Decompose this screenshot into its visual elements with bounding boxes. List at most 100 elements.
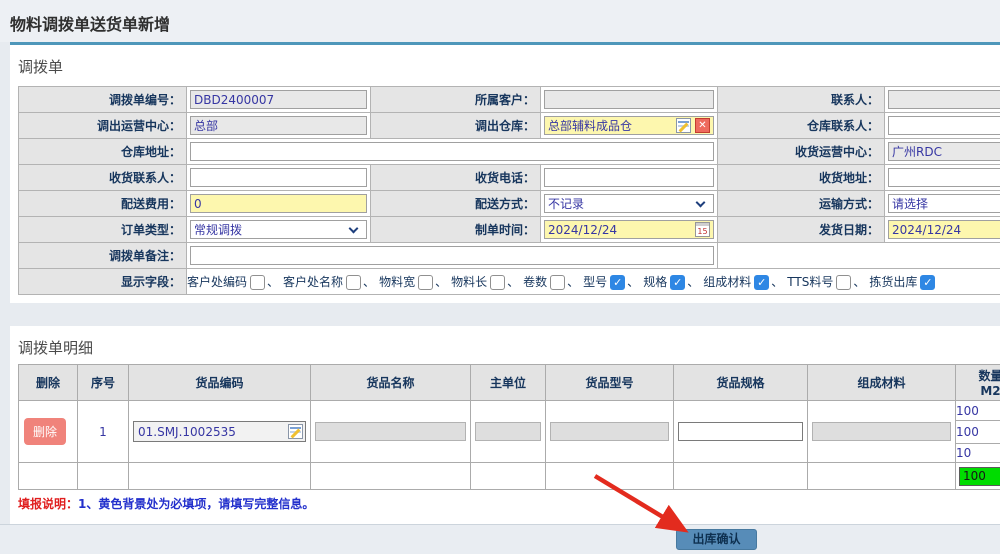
display-field-checkbox[interactable]: ✓	[754, 275, 769, 290]
label-delivery-fee: 配送费用：	[19, 191, 187, 217]
delivery-fee-field[interactable]: 0	[190, 194, 367, 213]
display-fields-list: 客户处编码、客户处名称、物料宽、物料长、卷数、型号✓、规格✓、组成材料✓、TTS…	[187, 269, 1000, 295]
display-field-label: 组成材料	[703, 275, 751, 289]
delivery-mode-select[interactable]: 不记录	[544, 194, 714, 213]
display-field-checkbox[interactable]	[836, 275, 851, 290]
label-ship-date: 发货日期：	[718, 217, 885, 243]
out-center-field[interactable]: 总部	[190, 116, 367, 135]
delete-row-button[interactable]: 删除	[24, 418, 66, 445]
display-field-separator: 、	[507, 275, 519, 289]
display-field-checkbox[interactable]: ✓	[670, 275, 685, 290]
display-field-separator: 、	[771, 275, 783, 289]
display-field-checkbox[interactable]: ✓	[610, 275, 625, 290]
display-field-separator: 、	[435, 275, 447, 289]
chevron-down-icon	[349, 223, 359, 233]
footer-bar	[0, 524, 1000, 554]
detail-table: 删除 序号 货品编码 货品名称 主单位 货品型号 货品规格 组成材料 数量M2 …	[18, 364, 1000, 490]
remark-field[interactable]	[190, 246, 714, 265]
item-model-field	[550, 422, 669, 441]
summary-row: 100	[19, 463, 1000, 490]
display-field-checkbox[interactable]	[418, 275, 433, 290]
transfer-form: 调拨单编号： DBD2400007 所属客户： 联系人： 调出运营中心： 总部 …	[18, 86, 1000, 295]
transfer-section-title: 调拨单	[18, 56, 63, 77]
section-divider	[0, 303, 1000, 326]
display-field-label: 拣货出库	[869, 275, 917, 289]
customer-field[interactable]	[544, 90, 714, 109]
qty-value-3: 10	[956, 444, 1000, 463]
display-field-label: 型号	[583, 275, 607, 289]
transport-mode-select[interactable]: 请选择	[888, 194, 1000, 213]
order-type-select[interactable]: 常规调拨	[190, 220, 367, 239]
warehouse-contact-field[interactable]	[888, 116, 1000, 135]
label-contact: 联系人：	[718, 87, 885, 113]
col-header-seq: 序号	[78, 365, 129, 401]
recv-center-field[interactable]: 广州RDC	[888, 142, 1000, 161]
label-recv-center: 收货运营中心：	[718, 139, 885, 165]
warehouse-lookup-icon[interactable]	[676, 118, 691, 133]
item-lookup-icon[interactable]	[288, 424, 303, 439]
outbound-confirm-button[interactable]: 出库确认	[676, 529, 757, 550]
label-recv-phone: 收货电话：	[371, 165, 541, 191]
display-field-label: 物料长	[451, 275, 487, 289]
col-header-spec: 货品规格	[674, 365, 808, 401]
label-delivery-mode: 配送方式：	[371, 191, 541, 217]
table-row: 删除 1 01.SMJ.1002535 100	[19, 401, 1000, 421]
display-field-label: TTS料号	[787, 275, 833, 289]
display-field-checkbox[interactable]	[490, 275, 505, 290]
label-order-no: 调拨单编号：	[19, 87, 187, 113]
label-display-fields: 显示字段：	[19, 269, 187, 295]
detail-section-title: 调拨单明细	[18, 337, 93, 358]
display-field-label: 客户处编码	[187, 275, 247, 289]
item-name-field	[315, 422, 466, 441]
out-warehouse-field[interactable]: 总部辅料成品仓 ✕	[544, 116, 714, 135]
display-field-label: 卷数	[523, 275, 547, 289]
display-field-separator: 、	[363, 275, 375, 289]
calendar-icon[interactable]: 15	[695, 222, 710, 237]
row-seq: 1	[78, 401, 129, 463]
display-field-checkbox[interactable]	[550, 275, 565, 290]
display-field-checkbox[interactable]: ✓	[920, 275, 935, 290]
note-label: 填报说明：	[18, 497, 78, 511]
label-out-warehouse: 调出仓库：	[371, 113, 541, 139]
transfer-qty-input[interactable]: 100	[959, 467, 1000, 486]
item-code-field[interactable]: 01.SMJ.1002535	[133, 421, 306, 442]
chevron-down-icon	[696, 197, 706, 207]
qty-value-2: 100	[956, 421, 1000, 444]
display-field-label: 物料宽	[379, 275, 415, 289]
contact-field[interactable]	[888, 90, 1000, 109]
col-header-delete: 删除	[19, 365, 78, 401]
item-unit-field	[475, 422, 541, 441]
col-header-qty: 数量M2	[956, 365, 1000, 401]
display-field-checkbox[interactable]	[346, 275, 361, 290]
col-header-name: 货品名称	[311, 365, 471, 401]
label-transport-mode: 运输方式：	[718, 191, 885, 217]
col-header-model: 货品型号	[546, 365, 674, 401]
display-field-checkbox[interactable]	[250, 275, 265, 290]
warehouse-address-field[interactable]	[190, 142, 714, 161]
warehouse-clear-icon[interactable]: ✕	[695, 118, 710, 133]
label-create-time: 制单时间：	[371, 217, 541, 243]
ship-date-field[interactable]: 2024/12/2415	[888, 220, 1000, 239]
create-time-field[interactable]: 2024/12/2415	[544, 220, 714, 239]
label-customer: 所属客户：	[371, 87, 541, 113]
recv-phone-field[interactable]	[544, 168, 714, 187]
display-field-separator: 、	[627, 275, 639, 289]
item-spec-field[interactable]	[678, 422, 803, 441]
recv-contact-field[interactable]	[190, 168, 367, 187]
label-out-center: 调出运营中心：	[19, 113, 187, 139]
col-header-material: 组成材料	[808, 365, 956, 401]
fill-instructions: 填报说明：1、黄色背景处为必填项，请填写完整信息。	[18, 495, 314, 512]
label-warehouse-contact: 仓库联系人：	[718, 113, 885, 139]
note-text: 1、黄色背景处为必填项，请填写完整信息。	[78, 497, 314, 511]
display-field-label: 客户处名称	[283, 275, 343, 289]
order-no-field[interactable]: DBD2400007	[190, 90, 367, 109]
recv-address-field[interactable]	[888, 168, 1000, 187]
title-bar: 物料调拨单送货单新增	[0, 0, 1000, 42]
label-warehouse-address: 仓库地址：	[19, 139, 187, 165]
display-field-separator: 、	[567, 275, 579, 289]
label-order-type: 订单类型：	[19, 217, 187, 243]
col-header-unit: 主单位	[471, 365, 546, 401]
display-field-separator: 、	[267, 275, 279, 289]
item-material-field	[812, 422, 951, 441]
display-field-label: 规格	[643, 275, 667, 289]
